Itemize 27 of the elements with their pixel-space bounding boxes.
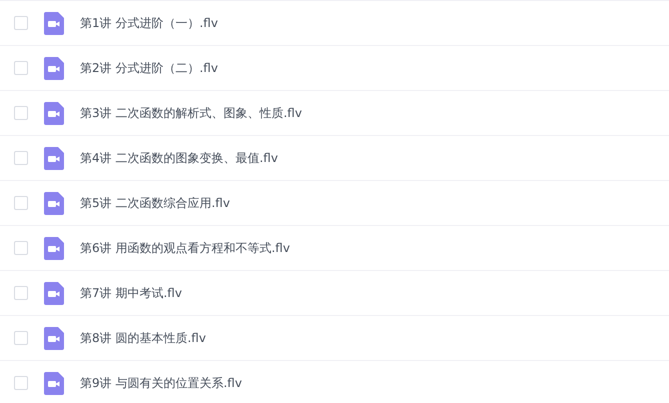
video-file-icon (44, 282, 64, 304)
file-name[interactable]: 第9讲 与圆有关的位置关系.flv (80, 374, 242, 392)
video-file-icon (44, 192, 64, 214)
video-file-icon (44, 372, 64, 394)
file-name[interactable]: 第1讲 分式进阶（一）.flv (80, 14, 218, 32)
video-file-icon (44, 12, 64, 34)
checkbox[interactable] (14, 331, 28, 345)
checkbox[interactable] (14, 241, 28, 255)
file-name[interactable]: 第8讲 圆的基本性质.flv (80, 330, 206, 346)
file-name[interactable]: 第6讲 用函数的观点看方程和不等式.flv (80, 240, 290, 256)
video-file-icon (44, 326, 64, 350)
file-name[interactable]: 第7讲 期中考试.flv (80, 284, 182, 302)
video-file-icon (44, 236, 64, 260)
checkbox[interactable] (14, 286, 28, 300)
checkbox[interactable] (14, 106, 28, 120)
video-file-icon (44, 146, 64, 170)
checkbox[interactable] (14, 61, 28, 75)
file-name[interactable]: 第5讲 二次函数综合应用.flv (80, 194, 230, 212)
file-name[interactable]: 第3讲 二次函数的解析式、图象、性质.flv (80, 104, 302, 122)
checkbox[interactable] (14, 16, 28, 30)
checkbox[interactable] (14, 196, 28, 210)
file-name[interactable]: 第2讲 分式进阶（二）.flv (80, 60, 218, 76)
file-name[interactable]: 第4讲 二次函数的图象变换、最值.flv (80, 150, 278, 166)
video-file-icon (44, 56, 64, 80)
video-file-icon (44, 102, 64, 124)
checkbox[interactable] (14, 376, 28, 390)
checkbox[interactable] (14, 151, 28, 165)
